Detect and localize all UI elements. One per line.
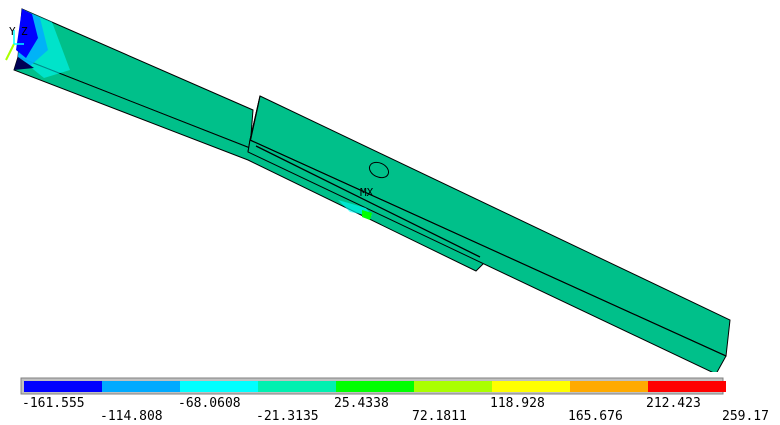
legend-band bbox=[414, 381, 492, 392]
triad-label-y: Y bbox=[9, 25, 16, 38]
legend-tick-label: -68.0608 bbox=[178, 396, 241, 411]
max-location-label: MX bbox=[360, 186, 374, 199]
legend-tick-label: -161.555 bbox=[22, 396, 85, 411]
legend-tick-label: 165.676 bbox=[568, 409, 623, 424]
legend-tick-label: 212.423 bbox=[646, 396, 701, 411]
upper-plate-front-face bbox=[247, 139, 727, 372]
lower-plate-front-face bbox=[13, 56, 486, 272]
legend-tick-label: 118.928 bbox=[490, 396, 545, 411]
legend-band bbox=[336, 381, 414, 392]
triad-label-z: Z bbox=[21, 25, 28, 38]
legend-band bbox=[24, 381, 102, 392]
legend-tick-label: 72.1811 bbox=[412, 409, 467, 424]
upper-plate bbox=[247, 95, 731, 372]
legend-tick-label: 25.4338 bbox=[334, 396, 389, 411]
model-viewport[interactable]: Y Z MX bbox=[0, 0, 780, 372]
legend-band bbox=[258, 381, 336, 392]
legend-band bbox=[570, 381, 648, 392]
legend-band bbox=[102, 381, 180, 392]
legend-band bbox=[648, 381, 726, 392]
legend-band bbox=[492, 381, 570, 392]
legend-tick-label: 259.17 bbox=[722, 409, 769, 424]
legend-tick-label: -21.3135 bbox=[256, 409, 319, 424]
legend-tick-label: -114.808 bbox=[100, 409, 163, 424]
upper-plate-top-face bbox=[249, 95, 731, 357]
legend-band bbox=[180, 381, 258, 392]
